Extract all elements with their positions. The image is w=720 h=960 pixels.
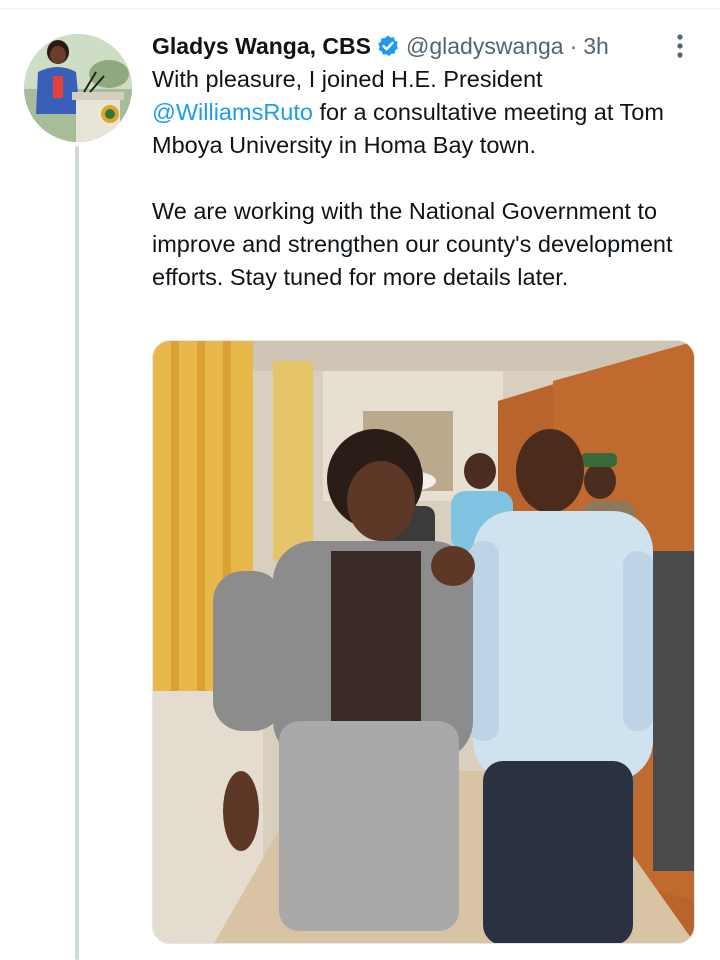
photo-icon bbox=[153, 341, 694, 943]
author-handle[interactable]: @gladyswanga bbox=[406, 33, 564, 60]
more-vertical-icon[interactable] bbox=[662, 28, 698, 64]
tweet-header: Gladys Wanga, CBS @gladyswanga · 3h bbox=[152, 30, 609, 62]
avatar-photo-icon bbox=[24, 34, 132, 142]
thread-line bbox=[75, 146, 79, 960]
author-display-name[interactable]: Gladys Wanga, CBS bbox=[152, 33, 371, 60]
mention-link[interactable]: @WilliamsRuto bbox=[152, 99, 313, 125]
tweet-media-photo[interactable] bbox=[152, 340, 695, 944]
tweet-paragraph-1: With pleasure, I joined H.E. President @… bbox=[152, 63, 708, 162]
verified-badge-icon bbox=[376, 34, 400, 58]
tweet-text: With pleasure, I joined H.E. President @… bbox=[152, 63, 708, 294]
tweet-paragraph-2: We are working with the National Governm… bbox=[152, 198, 673, 290]
separator-dot: · bbox=[569, 32, 578, 59]
top-divider bbox=[0, 8, 720, 9]
avatar[interactable] bbox=[24, 34, 132, 142]
tweet-text-part: With pleasure, I joined H.E. President bbox=[152, 66, 543, 92]
tweet-timestamp[interactable]: 3h bbox=[583, 33, 609, 60]
